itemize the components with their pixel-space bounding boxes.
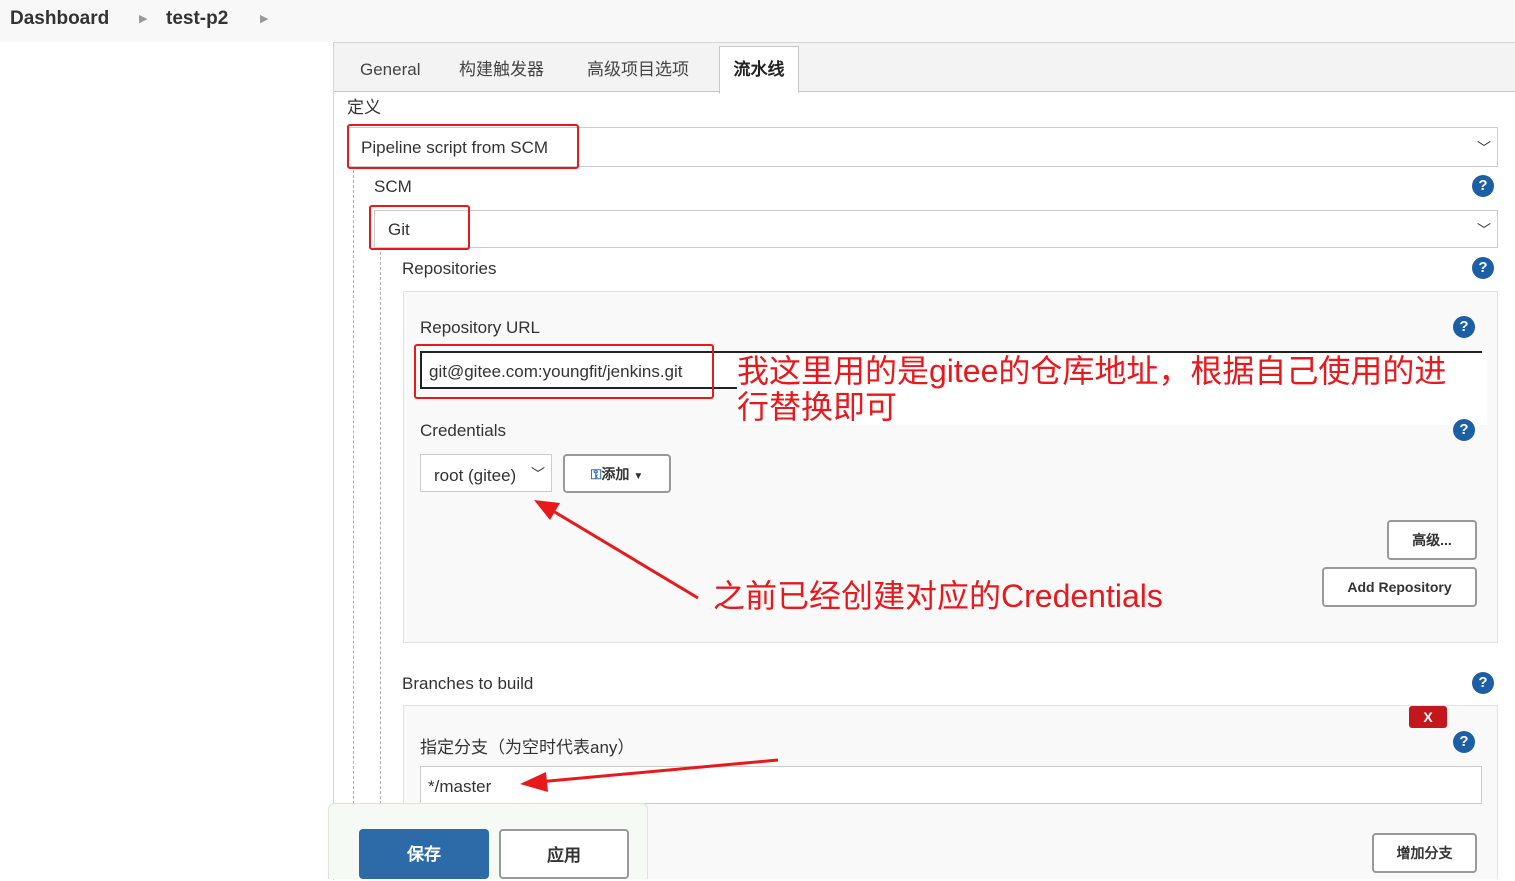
add-branch-button[interactable]: 增加分支	[1372, 833, 1477, 873]
annotation-url-note-line2: 行替换即可	[737, 389, 898, 425]
chevron-down-icon: ﹀	[531, 466, 545, 482]
breadcrumb-separator-icon[interactable]: ▶	[260, 12, 268, 25]
branches-label: Branches to build	[402, 674, 534, 693]
annotation-credentials-note: 之前已经创建对应的Credentials	[713, 578, 1163, 614]
breadcrumb-dashboard[interactable]: Dashboard	[10, 8, 109, 30]
breadcrumb-separator-icon[interactable]: ▶	[139, 12, 147, 25]
repository-url-label: Repository URL	[420, 318, 540, 337]
credentials-label: Credentials	[420, 421, 506, 440]
advanced-button[interactable]: 高级...	[1387, 520, 1477, 560]
highlight-scm	[369, 205, 470, 250]
credentials-select[interactable]: root (gitee) ﹀	[420, 454, 552, 492]
indent-guide	[380, 252, 381, 879]
apply-button[interactable]: 应用	[499, 829, 629, 879]
add-credentials-button[interactable]: ⚿添加 ▼	[563, 454, 671, 493]
help-icon[interactable]: ?	[1453, 316, 1475, 338]
scm-label: SCM	[374, 177, 412, 196]
branch-specifier-value: */master	[428, 777, 492, 796]
annotation-url-note-line1: 我这里用的是gitee的仓库地址，根据自己使用的进	[737, 353, 1447, 389]
annotation-arrow-credentials	[534, 500, 699, 600]
highlight-repository-url	[414, 344, 714, 399]
tab-advanced-options[interactable]: 高级项目选项	[587, 55, 689, 91]
annotation-url-note: 我这里用的是gitee的仓库地址，根据自己使用的进 行替换即可	[737, 353, 1487, 425]
credentials-value: root (gitee)	[434, 466, 517, 485]
definition-label: 定义	[347, 98, 381, 117]
add-credentials-label: 添加	[601, 466, 630, 482]
tab-general[interactable]: General	[360, 55, 420, 91]
repositories-label: Repositories	[402, 259, 497, 278]
tab-pipeline[interactable]: 流水线	[719, 46, 799, 94]
breadcrumb-project[interactable]: test-p2	[166, 8, 228, 30]
annotation-arrow-branch	[520, 758, 779, 792]
help-icon[interactable]: ?	[1472, 175, 1494, 197]
save-button[interactable]: 保存	[359, 829, 489, 879]
help-icon[interactable]: ?	[1472, 672, 1494, 694]
help-icon[interactable]: ?	[1453, 419, 1475, 441]
tab-build-triggers[interactable]: 构建触发器	[459, 55, 544, 91]
chevron-down-icon: ﹀	[1477, 140, 1491, 156]
delete-branch-button[interactable]: X	[1409, 706, 1447, 728]
key-icon: ⚿	[590, 466, 602, 482]
help-icon[interactable]: ?	[1472, 257, 1494, 279]
scm-select[interactable]: Git ﹀	[374, 210, 1498, 248]
chevron-down-icon: ﹀	[1477, 222, 1491, 238]
help-icon[interactable]: ?	[1453, 731, 1475, 753]
highlight-definition	[347, 124, 579, 169]
indent-guide	[353, 170, 354, 879]
caret-down-icon: ▼	[633, 471, 644, 482]
add-repository-button[interactable]: Add Repository	[1322, 567, 1477, 607]
